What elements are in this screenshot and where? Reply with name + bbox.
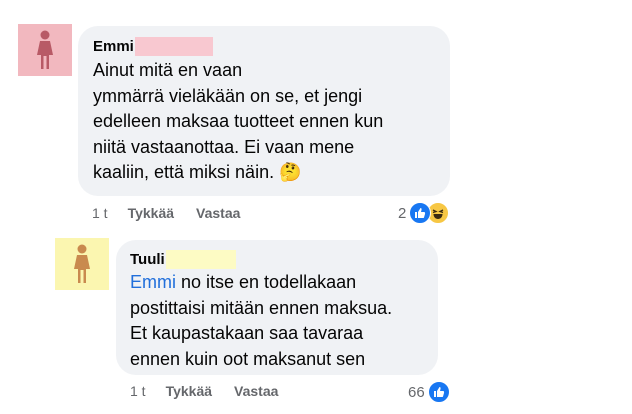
redacted-name bbox=[165, 250, 236, 269]
reply-bubble: Tuuli Emmi no itse en todellakaan postit… bbox=[116, 240, 438, 375]
reactions-summary[interactable]: 2 bbox=[398, 202, 450, 224]
comment-text: Ainut mitä en vaan ymmärrä vieläkään on … bbox=[93, 60, 384, 182]
avatar[interactable] bbox=[18, 24, 72, 76]
comment-actions: 1 t Tykkää Vastaa bbox=[92, 205, 240, 221]
like-button[interactable]: Tykkää bbox=[128, 205, 174, 221]
reply-button[interactable]: Vastaa bbox=[196, 205, 240, 221]
comment-author[interactable]: Tuuli bbox=[130, 251, 165, 268]
comment-bubble: Emmi Ainut mitä en vaan ymmärrä vieläkää… bbox=[78, 26, 450, 196]
mention-link[interactable]: Emmi bbox=[130, 272, 176, 292]
comment-timestamp[interactable]: 1 t bbox=[130, 383, 146, 399]
reaction-count: 66 bbox=[408, 383, 425, 401]
reaction-count: 2 bbox=[398, 204, 407, 222]
avatar[interactable] bbox=[55, 238, 109, 290]
comment-actions: 1 t Tykkää Vastaa bbox=[130, 383, 278, 399]
redacted-name bbox=[134, 37, 213, 56]
like-button[interactable]: Tykkää bbox=[166, 383, 212, 399]
like-icon bbox=[427, 381, 450, 403]
female-person-icon bbox=[37, 30, 53, 69]
reactions-summary[interactable]: 66 bbox=[408, 381, 450, 403]
comment-timestamp[interactable]: 1 t bbox=[92, 205, 108, 221]
comment-thread: Emmi Ainut mitä en vaan ymmärrä vieläkää… bbox=[0, 0, 632, 414]
comment-author[interactable]: Emmi bbox=[93, 38, 134, 55]
female-person-icon bbox=[74, 244, 90, 283]
like-icon bbox=[409, 202, 432, 224]
reply-button[interactable]: Vastaa bbox=[234, 383, 278, 399]
comment-text: Emmi no itse en todellakaan postittaisi … bbox=[130, 270, 424, 372]
